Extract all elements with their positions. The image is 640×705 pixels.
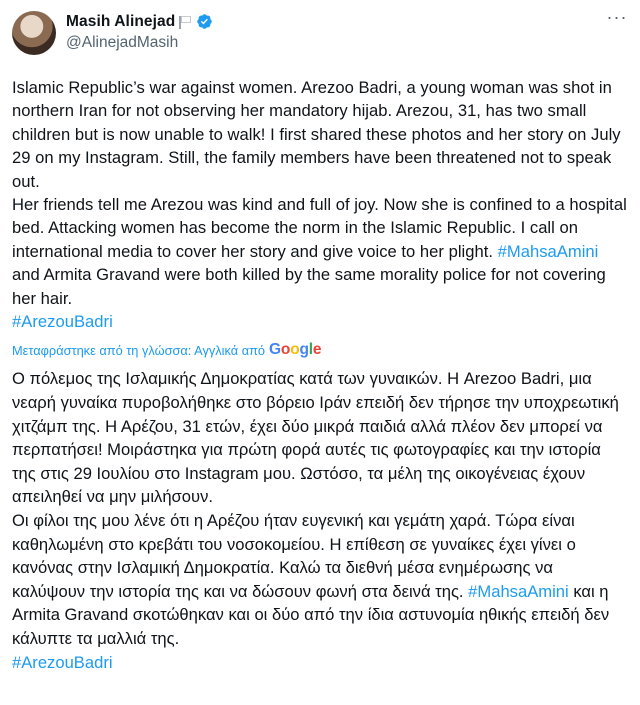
name-row: Masih Alinejad bbox=[66, 11, 213, 32]
white-flag-icon bbox=[179, 16, 192, 29]
verified-badge-icon[interactable] bbox=[196, 13, 213, 30]
translated-paragraph-2: Οι φίλοι της μου λένε ότι η Αρέζου ήταν … bbox=[12, 509, 628, 651]
tweet-paragraph-1: Islamic Republic’s war against women. Ar… bbox=[12, 78, 621, 191]
tweet-hashtag-line: #ArezouBadri bbox=[12, 310, 628, 333]
author-info: Masih Alinejad @AlinejadMasih bbox=[66, 11, 213, 52]
hashtag-arezoubadri[interactable]: #ArezouBadri bbox=[12, 312, 113, 331]
display-name[interactable]: Masih Alinejad bbox=[66, 13, 175, 31]
more-options-icon[interactable]: ··· bbox=[606, 8, 628, 30]
tweet-text: Islamic Republic’s war against women. Ar… bbox=[12, 76, 628, 333]
translation-note-text: Μεταφράστηκε από τη γλώσσα: Αγγλικά από bbox=[12, 342, 266, 358]
tweet: Masih Alinejad @AlinejadMasih ··· Islami… bbox=[0, 0, 640, 705]
avatar[interactable] bbox=[12, 11, 56, 55]
translated-paragraph-1: Ο πόλεμος της Ισλαμικής Δημοκρατίας κατά… bbox=[12, 369, 619, 507]
handle[interactable]: @AlinejadMasih bbox=[66, 34, 213, 52]
google-logo: Google bbox=[269, 341, 322, 359]
tweet-paragraph-2: Her friends tell me Arezou was kind and … bbox=[12, 193, 628, 310]
hashtag-arezoubadri-translated[interactable]: #ArezouBadri bbox=[12, 653, 113, 672]
tweet-header: Masih Alinejad @AlinejadMasih bbox=[12, 10, 628, 70]
hashtag-mahsaamini[interactable]: #MahsaAmini bbox=[498, 242, 599, 261]
translated-text: Ο πόλεμος της Ισλαμικής Δημοκρατίας κατά… bbox=[12, 367, 628, 674]
translated-hashtag-line: #ArezouBadri bbox=[12, 651, 628, 675]
translation-note[interactable]: Μεταφράστηκε από τη γλώσσα: Αγγλικά από … bbox=[12, 339, 628, 361]
paragraph-text: and Armita Gravand were both killed by t… bbox=[12, 265, 606, 308]
hashtag-mahsaamini-translated[interactable]: #MahsaAmini bbox=[468, 582, 569, 601]
